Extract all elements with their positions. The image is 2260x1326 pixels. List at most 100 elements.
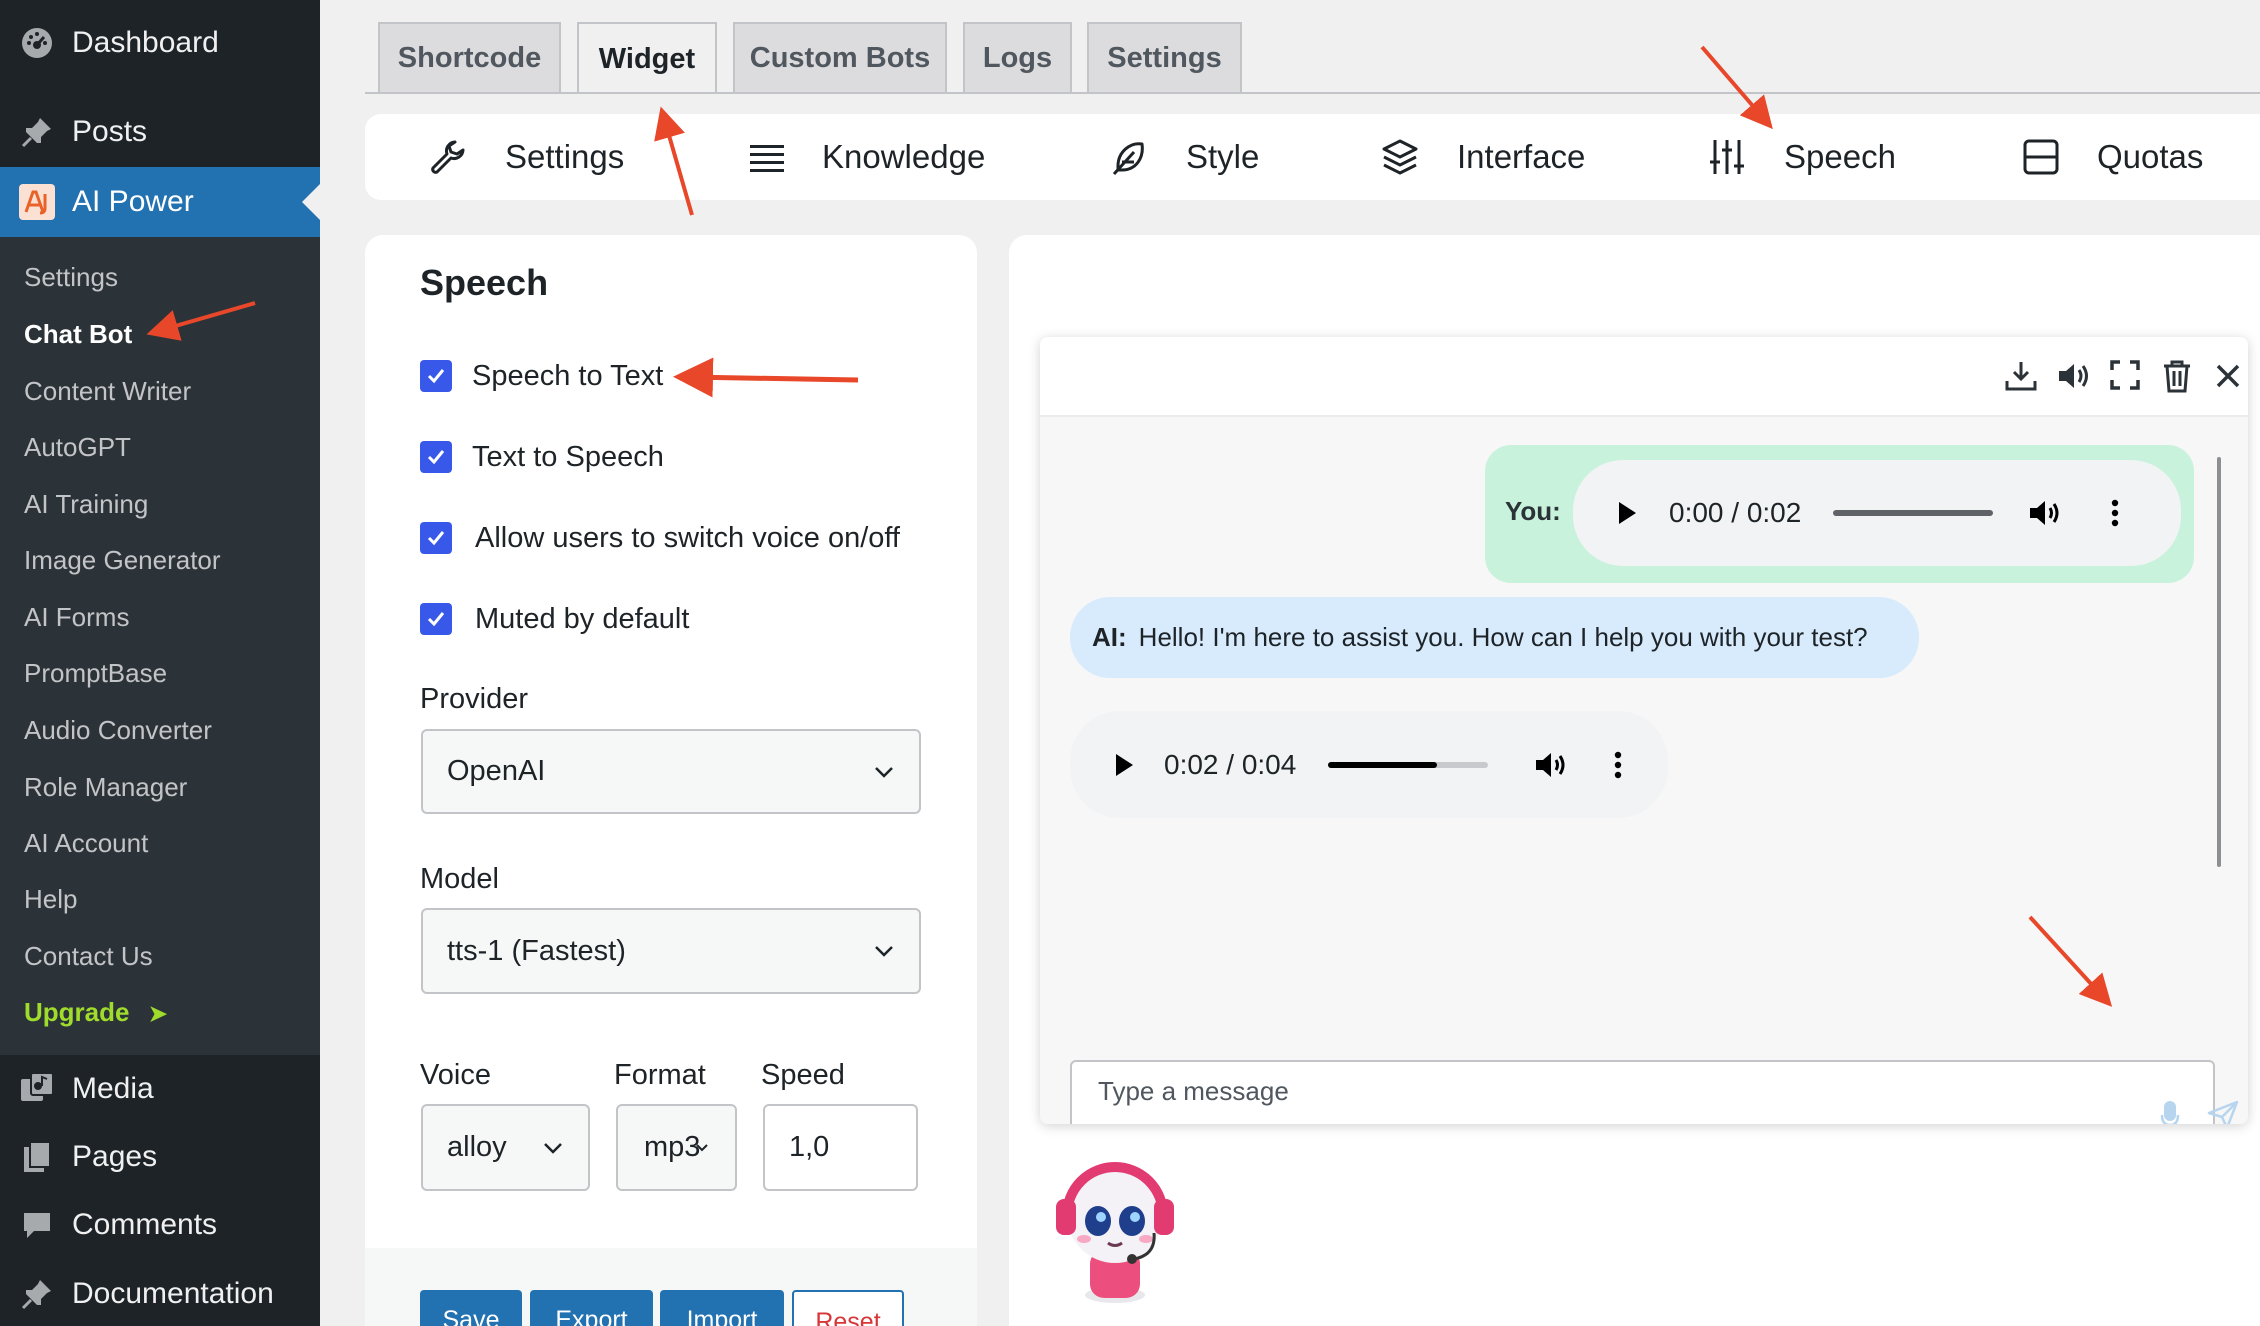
user-audio-progress[interactable] [1833,510,1993,516]
list-icon [750,145,784,172]
submenu-ai-forms[interactable]: AI Forms [24,602,129,633]
tab-custom-bots[interactable]: Custom Bots [733,22,947,92]
tab-widget[interactable]: Widget [577,22,717,94]
ai-power-logo-icon [18,183,56,221]
chevron-down-icon [875,766,893,778]
provider-value: OpenAI [447,755,546,787]
subnav-label: Speech [1784,138,1896,175]
send-icon[interactable] [2207,1100,2239,1124]
user-audio-time: 0:00 / 0:02 [1669,497,1802,528]
chat-widget: You: 0:00 / 0:02 AI: Hello! I'm here to … [1040,337,2248,1124]
play-icon[interactable] [1114,753,1134,777]
chat-scrollbar[interactable] [2217,457,2221,867]
volume-icon[interactable] [1534,750,1568,780]
ai-message-bubble: AI: Hello! I'm here to assist you. How c… [1070,597,1919,678]
menu-posts[interactable]: Posts [0,97,320,167]
submenu-ai-training[interactable]: AI Training [24,489,148,520]
more-options-icon[interactable] [2111,499,2119,527]
admin-sidebar: Dashboard Posts AI Power Settings Chat B… [0,0,320,1326]
subnav-style[interactable]: Style [1110,114,1259,200]
submenu-chat-bot[interactable]: Chat Bot [24,319,132,350]
arrow-to-speech-subnav [1700,45,1773,130]
muted-default-checkbox[interactable] [420,603,452,635]
menu-label: Dashboard [72,26,219,59]
menu-media[interactable]: Media [0,1054,320,1124]
box-icon [2023,139,2059,175]
submenu-content-writer[interactable]: Content Writer [24,376,191,407]
submenu-contact-us[interactable]: Contact Us [24,941,153,972]
format-select[interactable]: mp3 [616,1104,737,1191]
ai-label: AI: [1092,622,1127,652]
submenu-autogpt[interactable]: AutoGPT [24,432,131,463]
chatbot-avatar[interactable] [1048,1155,1183,1305]
submenu-image-generator[interactable]: Image Generator [24,545,221,576]
chevron-down-icon [544,1142,562,1154]
submenu-settings[interactable]: Settings [24,262,118,293]
submenu-help[interactable]: Help [24,884,77,915]
microphone-icon[interactable] [2160,1099,2180,1124]
speech-to-text-checkbox[interactable] [420,360,452,392]
ai-audio-time: 0:02 / 0:04 [1164,748,1297,780]
submenu-role-manager[interactable]: Role Manager [24,772,187,803]
ai-audio-player[interactable]: 0:02 / 0:04 [1070,711,1668,818]
volume-icon[interactable] [2028,498,2062,528]
format-label: Format [614,1059,706,1091]
subnav-quotas[interactable]: Quotas [2023,114,2203,200]
voice-switch-checkbox[interactable] [420,522,452,554]
subnav-speech[interactable]: Speech [1708,114,1896,200]
menu-documentation[interactable]: Documentation [0,1259,320,1326]
save-button[interactable]: Save [420,1290,522,1326]
chevron-down-icon [875,946,893,957]
submenu-promptbase[interactable]: PromptBase [24,658,167,689]
tab-logs[interactable]: Logs [963,22,1072,92]
submenu-ai-account[interactable]: AI Account [24,828,148,859]
fullscreen-icon[interactable] [2109,359,2141,391]
user-message-bubble: You: 0:00 / 0:02 [1485,445,2194,583]
speech-title: Speech [420,262,549,303]
speed-input[interactable]: 1,0 [763,1104,918,1191]
subnav-interface[interactable]: Interface [1381,114,1585,200]
wrench-icon [431,140,465,174]
menu-ai-power[interactable]: AI Power [0,167,320,237]
voice-select[interactable]: alloy [421,1104,590,1191]
speech-to-text-label: Speech to Text [472,360,664,392]
layers-icon [1382,139,1418,175]
provider-select[interactable]: OpenAI [421,729,921,814]
reset-button[interactable]: Reset [792,1290,904,1326]
tab-shortcode[interactable]: Shortcode [378,22,561,92]
pin-icon [18,1275,56,1313]
submenu-audio-converter[interactable]: Audio Converter [24,715,212,746]
menu-label: Media [72,1072,154,1105]
message-input[interactable] [1072,1062,2213,1124]
model-label: Model [420,863,499,895]
more-options-icon[interactable] [1614,751,1622,779]
pages-icon [18,1138,56,1176]
menu-pages[interactable]: Pages [0,1122,320,1192]
checkmark-icon [427,531,445,546]
subnav-label: Style [1186,138,1260,175]
subnav-settings[interactable]: Settings [429,114,624,200]
message-input-box [1070,1060,2239,1124]
menu-dashboard[interactable]: Dashboard [0,8,320,78]
menu-label: Documentation [72,1277,274,1310]
export-button[interactable]: Export [530,1290,653,1326]
play-icon[interactable] [1617,501,1637,525]
subnav-label: Knowledge [822,138,986,175]
model-select[interactable]: tts-1 (Fastest) [421,908,921,994]
close-icon[interactable] [2215,363,2241,389]
arrow-right-icon: ➤ [148,1001,168,1026]
text-to-speech-checkbox[interactable] [420,441,452,473]
tab-settings[interactable]: Settings [1087,22,1242,92]
format-value: mp3 [644,1131,701,1163]
upgrade-label: Upgrade [24,997,130,1027]
speed-value: 1,0 [789,1131,830,1163]
user-audio-player[interactable]: 0:00 / 0:02 [1573,460,2181,566]
trash-icon[interactable] [2162,359,2192,393]
checkmark-icon [427,450,445,465]
download-icon[interactable] [2004,359,2038,393]
subnav-knowledge[interactable]: Knowledge [750,114,985,200]
volume-icon[interactable] [2056,359,2092,393]
menu-comments[interactable]: Comments [0,1190,320,1260]
import-button[interactable]: Import [660,1290,784,1326]
submenu-upgrade[interactable]: Upgrade ➤ [24,997,167,1028]
